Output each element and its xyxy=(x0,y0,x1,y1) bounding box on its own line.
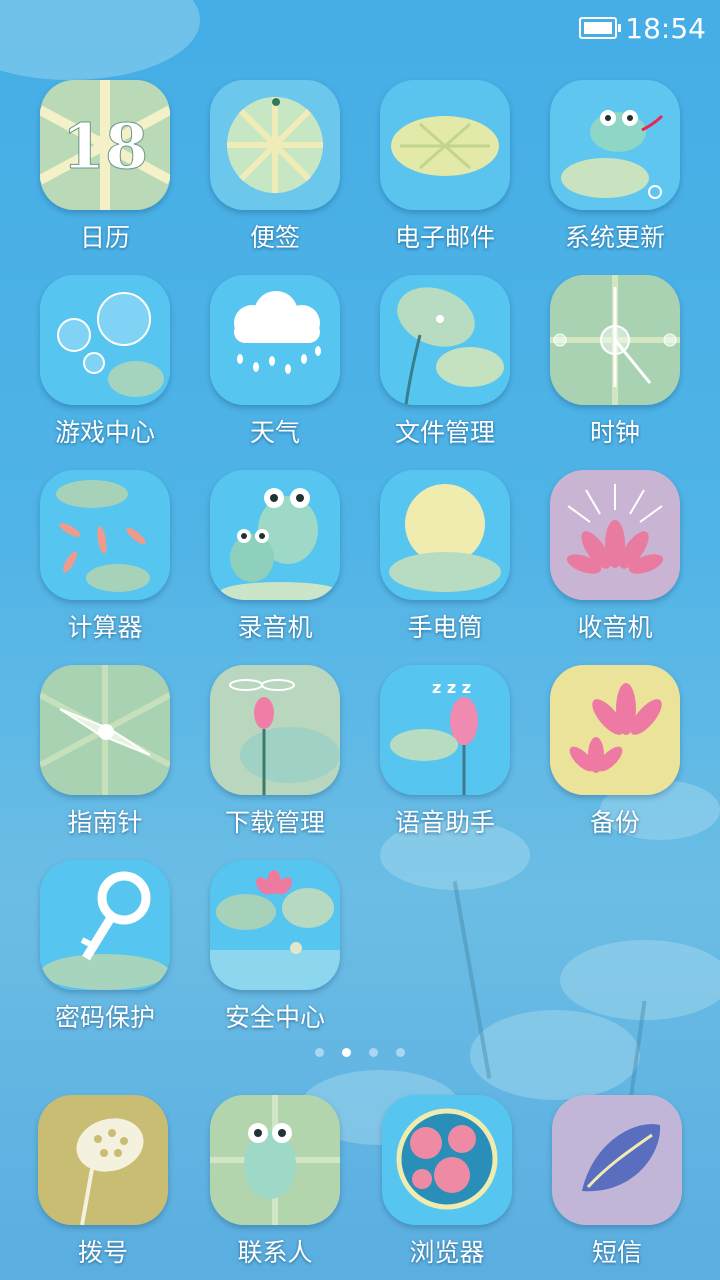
wallpaper-lily-pad xyxy=(0,0,200,80)
pond-icon xyxy=(210,860,340,990)
wallpaper-lily-pad xyxy=(560,940,720,1020)
app-contacts[interactable]: 联系人 xyxy=(190,1095,360,1270)
app-weather[interactable]: 天气 xyxy=(190,275,360,450)
app-calculator[interactable]: 计算器 xyxy=(20,470,190,645)
app-label: 备份 xyxy=(589,808,640,837)
app-calendar[interactable]: 18 日历 xyxy=(20,80,190,255)
app-browser[interactable]: 浏览器 xyxy=(362,1095,532,1270)
app-dialer[interactable]: 拨号 xyxy=(18,1095,188,1270)
app-file-manager[interactable]: 文件管理 xyxy=(360,275,530,450)
page-dot[interactable] xyxy=(369,1048,378,1057)
app-label: 联系人 xyxy=(237,1238,313,1267)
app-game-center[interactable]: 游戏中心 xyxy=(20,275,190,450)
app-clock[interactable]: 时钟 xyxy=(530,275,700,450)
app-label: 录音机 xyxy=(237,613,313,642)
app-backup[interactable]: 备份 xyxy=(530,665,700,840)
notes-icon xyxy=(210,80,340,210)
dragonfly-icon xyxy=(210,665,340,795)
app-label: 语音助手 xyxy=(394,808,495,837)
app-messages[interactable]: 短信 xyxy=(532,1095,702,1270)
app-label: 安全中心 xyxy=(224,1003,325,1032)
app-label: 密码保护 xyxy=(54,1003,155,1032)
calendar-day: 18 xyxy=(62,110,148,183)
app-recorder[interactable]: 录音机 xyxy=(190,470,360,645)
app-email[interactable]: 电子邮件 xyxy=(360,80,530,255)
app-radio[interactable]: 收音机 xyxy=(530,470,700,645)
clock-icon xyxy=(550,275,680,405)
battery-icon xyxy=(579,17,622,39)
globe-icon xyxy=(382,1095,512,1225)
app-label: 下载管理 xyxy=(224,808,325,837)
compass-icon xyxy=(40,665,170,795)
app-label: 短信 xyxy=(591,1238,642,1267)
app-label: 文件管理 xyxy=(394,418,495,447)
app-label: 电子邮件 xyxy=(394,223,495,252)
app-flashlight[interactable]: 手电筒 xyxy=(360,470,530,645)
app-label: 拨号 xyxy=(77,1238,128,1267)
app-label: 指南针 xyxy=(67,808,143,837)
status-bar: 18:54 xyxy=(579,11,706,45)
page-dot-active[interactable] xyxy=(342,1048,351,1057)
app-label: 计算器 xyxy=(67,613,143,642)
page-dot[interactable] xyxy=(315,1048,324,1057)
app-notes[interactable]: 便签 xyxy=(190,80,360,255)
app-password-protect[interactable]: 密码保护 xyxy=(20,860,190,1035)
app-system-update[interactable]: 系统更新 xyxy=(530,80,700,255)
bubbles-icon xyxy=(40,275,170,405)
app-compass[interactable]: 指南针 xyxy=(20,665,190,840)
lotus-leaf-icon xyxy=(380,275,510,405)
sleeping-lotus-icon: z z z xyxy=(380,665,510,795)
koi-fish-icon xyxy=(40,470,170,600)
page-dot[interactable] xyxy=(396,1048,405,1057)
app-label: 日历 xyxy=(79,223,130,252)
app-security-center[interactable]: 安全中心 xyxy=(190,860,360,1035)
app-voice-assistant[interactable]: z z z 语音助手 xyxy=(360,665,530,840)
frogs-icon xyxy=(210,470,340,600)
app-label: 系统更新 xyxy=(564,223,665,252)
app-label: 手电筒 xyxy=(407,613,483,642)
app-label: 便签 xyxy=(249,223,300,252)
sun-icon xyxy=(380,470,510,600)
email-icon xyxy=(380,80,510,210)
lotus-flowers-icon xyxy=(550,665,680,795)
pink-lotus-icon xyxy=(550,470,680,600)
app-label: 收音机 xyxy=(577,613,653,642)
cloud-rain-icon xyxy=(210,275,340,405)
frog-contact-icon xyxy=(210,1095,340,1225)
status-time: 18:54 xyxy=(625,11,706,45)
app-download-manager[interactable]: 下载管理 xyxy=(190,665,360,840)
page-indicator xyxy=(0,1048,720,1057)
key-icon xyxy=(40,860,170,990)
app-label: 天气 xyxy=(249,418,300,447)
svg-text:z z z: z z z xyxy=(432,678,471,697)
petal-icon xyxy=(552,1095,682,1225)
frog-update-icon xyxy=(550,80,680,210)
app-label: 时钟 xyxy=(589,418,640,447)
calendar-icon: 18 xyxy=(40,80,170,210)
lotus-pod-icon xyxy=(38,1095,168,1225)
app-label: 浏览器 xyxy=(409,1238,485,1267)
app-label: 游戏中心 xyxy=(54,418,155,447)
